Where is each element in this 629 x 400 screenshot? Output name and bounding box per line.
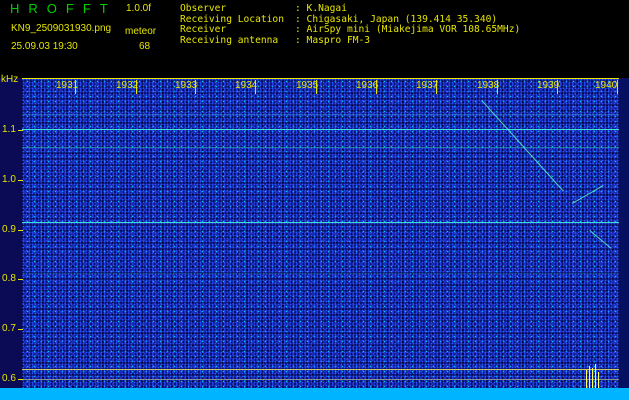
signal-spike: [586, 370, 587, 388]
app-title: HROFFT: [10, 1, 117, 16]
x-tick-mark: [376, 80, 377, 94]
header: HROFFT 1.0.0f KN9_2509031930.png meteor …: [0, 0, 629, 78]
version-label: 1.0.0f: [126, 3, 152, 14]
x-tick-mark: [255, 80, 256, 94]
signal-line: [22, 222, 619, 223]
x-tick-label: 1933: [175, 80, 198, 91]
y-tick-label: 0.7: [2, 323, 16, 334]
x-tick-mark: [136, 80, 137, 94]
y-tick-mark: [18, 130, 23, 131]
x-tick-mark: [497, 80, 498, 94]
x-tick-label: 1936: [356, 80, 379, 91]
x-tick-mark: [75, 80, 76, 94]
signal-line: [22, 147, 619, 148]
reference-line: [22, 369, 619, 370]
signal-spike: [598, 372, 599, 388]
y-tick-label: 1.0: [2, 174, 16, 185]
x-tick-label: 1932: [116, 80, 139, 91]
signal-strength-bar: [0, 388, 629, 400]
reference-line: [22, 379, 619, 380]
x-tick-label: 1939: [537, 80, 560, 91]
meteor-count: 68: [139, 41, 151, 52]
observation-info: Observer: K.Nagai Receiving Location: Ch…: [180, 3, 520, 46]
y-tick-mark: [18, 180, 23, 181]
signal-line: [22, 273, 619, 274]
y-tick-label: 0.9: [2, 224, 16, 235]
y-axis-unit: kHz: [1, 74, 19, 85]
y-tick-mark: [18, 379, 23, 380]
filename-label: KN9_2509031930.png: [11, 23, 112, 34]
x-tick-mark: [436, 80, 437, 94]
y-tick-label: 1.1: [2, 124, 16, 135]
right-margin: [619, 78, 629, 388]
signal-line: [22, 114, 619, 115]
x-tick-mark: [557, 80, 558, 94]
signal-spike: [595, 364, 596, 388]
x-tick-mark: [617, 80, 618, 94]
signal-spike: [589, 366, 590, 388]
waterfall-image: [22, 78, 619, 388]
meteor-label: meteor: [125, 26, 157, 37]
signal-spike: [592, 368, 593, 388]
info-row-antenna: Receiving antenna: Maspro FM-3: [180, 34, 371, 46]
x-tick-mark: [195, 80, 196, 94]
carrier-line: [22, 129, 619, 130]
x-tick-label: 1934: [235, 80, 258, 91]
datetime-label: 25.09.03 19:30: [11, 41, 78, 52]
x-tick-label: 1935: [296, 80, 319, 91]
y-tick-label: 0.8: [2, 273, 16, 284]
y-tick-mark: [18, 279, 23, 280]
x-tick-label: 1938: [477, 80, 500, 91]
y-tick-mark: [18, 329, 23, 330]
x-tick-mark: [316, 80, 317, 94]
y-tick-mark: [18, 230, 23, 231]
x-tick-label: 1940: [595, 80, 618, 91]
x-tick-label: 1937: [416, 80, 439, 91]
y-tick-label: 0.6: [2, 373, 16, 384]
